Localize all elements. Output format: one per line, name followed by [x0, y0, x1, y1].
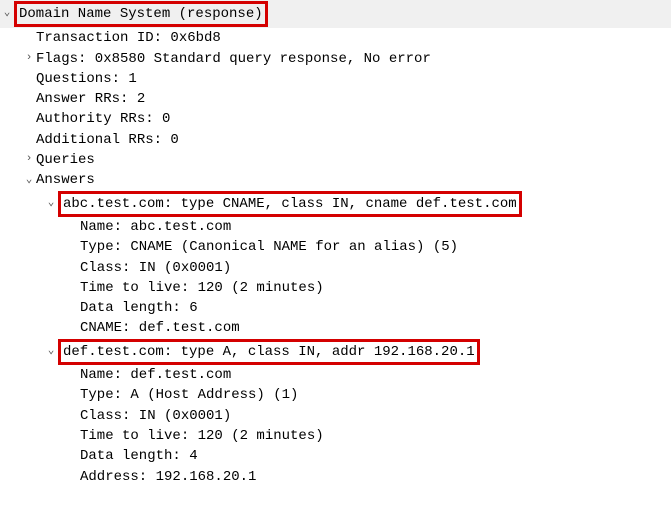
flags-row[interactable]: › Flags: 0x8580 Standard query response,… [0, 49, 671, 69]
chevron-right-icon[interactable]: › [22, 51, 36, 67]
answer-0-type-row[interactable]: Type: CNAME (Canonical NAME for an alias… [0, 237, 671, 257]
answer-0-summary-label: abc.test.com: type CNAME, class IN, cnam… [58, 191, 522, 217]
answer-1-class-row[interactable]: Class: IN (0x0001) [0, 406, 671, 426]
queries-row[interactable]: › Queries [0, 150, 671, 170]
flags-label: Flags: 0x8580 Standard query response, N… [36, 49, 431, 69]
answer-0-ttl-label: Time to live: 120 (2 minutes) [80, 278, 324, 298]
answer-1-summary-row[interactable]: ⌄ def.test.com: type A, class IN, addr 1… [0, 339, 671, 365]
answer-1-type-label: Type: A (Host Address) (1) [80, 385, 298, 405]
answer-0-datalen-row[interactable]: Data length: 6 [0, 298, 671, 318]
transaction-id-row[interactable]: Transaction ID: 0x6bd8 [0, 28, 671, 48]
authority-rrs-label: Authority RRs: 0 [36, 109, 170, 129]
answer-1-class-label: Class: IN (0x0001) [80, 406, 231, 426]
answer-0-type-label: Type: CNAME (Canonical NAME for an alias… [80, 237, 458, 257]
answer-1-type-row[interactable]: Type: A (Host Address) (1) [0, 385, 671, 405]
answer-rrs-label: Answer RRs: 2 [36, 89, 145, 109]
answer-1-ttl-row[interactable]: Time to live: 120 (2 minutes) [0, 426, 671, 446]
answer-rrs-row[interactable]: Answer RRs: 2 [0, 89, 671, 109]
answer-0-name-row[interactable]: Name: abc.test.com [0, 217, 671, 237]
answer-1-datalen-label: Data length: 4 [80, 446, 198, 466]
answer-0-value-row[interactable]: CNAME: def.test.com [0, 318, 671, 338]
questions-row[interactable]: Questions: 1 [0, 69, 671, 89]
answer-0-name-label: Name: abc.test.com [80, 217, 231, 237]
answer-0-datalen-label: Data length: 6 [80, 298, 198, 318]
answer-1-name-label: Name: def.test.com [80, 365, 231, 385]
additional-rrs-label: Additional RRs: 0 [36, 130, 179, 150]
questions-label: Questions: 1 [36, 69, 137, 89]
chevron-down-icon[interactable]: ⌄ [22, 173, 36, 189]
answer-0-ttl-row[interactable]: Time to live: 120 (2 minutes) [0, 278, 671, 298]
dns-header-row[interactable]: ⌄ Domain Name System (response) [0, 0, 671, 28]
answer-1-ttl-label: Time to live: 120 (2 minutes) [80, 426, 324, 446]
chevron-down-icon[interactable]: ⌄ [0, 6, 14, 22]
answer-0-class-label: Class: IN (0x0001) [80, 258, 231, 278]
chevron-down-icon[interactable]: ⌄ [44, 344, 58, 360]
transaction-id-label: Transaction ID: 0x6bd8 [36, 28, 221, 48]
chevron-right-icon[interactable]: › [22, 152, 36, 168]
answer-0-value-label: CNAME: def.test.com [80, 318, 240, 338]
answer-0-summary-row[interactable]: ⌄ abc.test.com: type CNAME, class IN, cn… [0, 191, 671, 217]
additional-rrs-row[interactable]: Additional RRs: 0 [0, 130, 671, 150]
dns-header-label: Domain Name System (response) [14, 1, 268, 27]
answer-1-name-row[interactable]: Name: def.test.com [0, 365, 671, 385]
authority-rrs-row[interactable]: Authority RRs: 0 [0, 109, 671, 129]
queries-label: Queries [36, 150, 95, 170]
answers-label: Answers [36, 170, 95, 190]
chevron-down-icon[interactable]: ⌄ [44, 196, 58, 212]
answer-1-value-row[interactable]: Address: 192.168.20.1 [0, 467, 671, 487]
answers-row[interactable]: ⌄ Answers [0, 170, 671, 190]
answer-1-value-label: Address: 192.168.20.1 [80, 467, 256, 487]
answer-1-datalen-row[interactable]: Data length: 4 [0, 446, 671, 466]
answer-1-summary-label: def.test.com: type A, class IN, addr 192… [58, 339, 480, 365]
answer-0-class-row[interactable]: Class: IN (0x0001) [0, 258, 671, 278]
dns-tree: ⌄ Domain Name System (response) Transact… [0, 0, 671, 491]
